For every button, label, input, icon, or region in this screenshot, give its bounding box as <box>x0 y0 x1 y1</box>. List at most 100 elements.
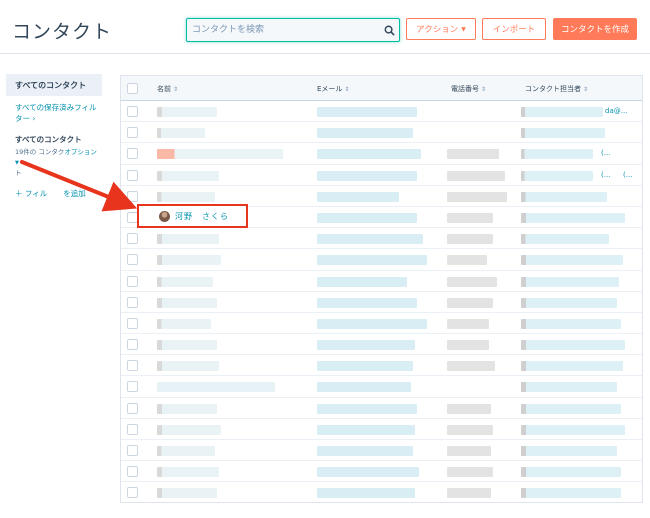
blurred-name <box>157 170 219 181</box>
add-filter-link[interactable]: ＋ フィル を追加 <box>6 178 102 199</box>
options-link[interactable]: オプション <box>64 148 97 156</box>
blurred-email <box>317 424 415 435</box>
blurred-email <box>317 276 407 287</box>
table-row[interactable] <box>121 122 642 144</box>
blurred-owner <box>521 212 625 223</box>
table-row[interactable] <box>121 376 642 398</box>
blurred-email <box>317 149 421 160</box>
table-row[interactable] <box>121 355 642 377</box>
row-checkbox[interactable] <box>127 360 138 372</box>
row-checkbox[interactable] <box>127 106 138 117</box>
row-checkbox[interactable] <box>127 381 138 393</box>
blurred-email <box>317 340 415 351</box>
row-checkbox[interactable] <box>127 127 138 139</box>
blurred-phone <box>447 446 491 456</box>
column-header-owner[interactable]: コンタクト担当者 ⇕ <box>525 84 588 94</box>
table-row[interactable] <box>121 292 642 313</box>
select-all-checkbox[interactable] <box>127 83 138 94</box>
row-checkbox[interactable] <box>127 445 138 456</box>
blurred-owner <box>521 403 621 414</box>
blurred-owner <box>521 382 617 393</box>
contact-count-tail: ト <box>15 169 22 177</box>
owner-snippet: da@... <box>605 107 628 115</box>
blurred-owner <box>521 191 607 202</box>
row-checkbox[interactable] <box>127 233 138 245</box>
add-filter-label-tail: を追加 <box>63 189 86 198</box>
actions-button[interactable]: アクション ▼ <box>406 18 476 40</box>
table-row[interactable] <box>121 228 642 250</box>
row-checkbox[interactable] <box>127 190 138 202</box>
blurred-phone <box>447 149 499 160</box>
blurred-email <box>317 488 415 499</box>
table-row[interactable] <box>121 313 642 335</box>
table-row[interactable] <box>121 440 642 462</box>
blurred-email <box>317 128 413 139</box>
blurred-owner <box>521 255 623 266</box>
blurred-owner <box>521 340 625 351</box>
row-checkbox[interactable] <box>127 466 138 478</box>
column-header-name[interactable]: 名前 ⇕ <box>157 84 178 94</box>
blurred-owner <box>521 297 617 308</box>
blurred-email <box>317 297 417 308</box>
blurred-name <box>157 297 217 308</box>
row-checkbox[interactable] <box>127 402 138 414</box>
row-checkbox[interactable] <box>127 254 138 266</box>
sort-icon: ⇕ <box>173 86 179 93</box>
row-checkbox[interactable] <box>127 487 138 499</box>
blurred-email <box>317 467 419 478</box>
import-button[interactable]: インポート <box>482 18 546 40</box>
blurred-name <box>157 424 221 435</box>
blurred-name <box>157 255 221 266</box>
blurred-name <box>157 488 217 499</box>
blurred-email <box>317 446 413 456</box>
table-row[interactable] <box>121 334 642 356</box>
table-row[interactable] <box>121 482 642 502</box>
search-box[interactable] <box>186 18 400 42</box>
create-contact-button[interactable]: コンタクトを作成 <box>553 18 637 40</box>
blurred-owner <box>521 361 623 372</box>
blurred-phone <box>447 255 487 266</box>
column-header-email[interactable]: Eメール ⇕ <box>317 84 349 94</box>
table-row[interactable]: da@... <box>121 101 642 123</box>
blurred-name <box>157 340 217 351</box>
column-header-phone[interactable]: 電話番号 ⇕ <box>451 84 486 94</box>
column-header-owner-label: コンタクト担当者 <box>525 85 581 93</box>
blurred-owner <box>521 128 605 139</box>
blurred-phone <box>447 191 507 202</box>
column-header-name-label: 名前 <box>157 85 171 93</box>
table-row[interactable]: (... <box>121 165 642 186</box>
row-checkbox[interactable] <box>127 275 138 287</box>
row-checkbox[interactable] <box>127 423 138 435</box>
row-checkbox[interactable] <box>127 169 138 181</box>
table-row[interactable] <box>121 398 642 419</box>
blurred-owner <box>521 318 621 329</box>
table-row[interactable] <box>121 249 642 271</box>
contact-name-link[interactable]: 河野 さくら <box>175 211 229 222</box>
search-input[interactable] <box>187 19 379 41</box>
blurred-phone <box>447 361 495 372</box>
row-checkbox[interactable] <box>127 296 138 308</box>
table-row[interactable] <box>121 419 642 440</box>
row-checkbox[interactable] <box>127 339 138 351</box>
table-row[interactable]: (... <box>121 143 642 165</box>
sort-icon: ⇕ <box>481 86 487 93</box>
blurred-phone <box>447 467 493 478</box>
sidebar: すべてのコンタクト すべての保存済みフィルター › すべてのコンタクト 19件の… <box>6 74 102 199</box>
column-header-phone-label: 電話番号 <box>451 85 479 93</box>
table-row[interactable] <box>121 461 642 483</box>
caret-down-icon: ▼ <box>461 25 466 33</box>
table-row[interactable] <box>121 271 642 292</box>
actions-button-label: アクション <box>416 25 459 35</box>
sort-icon: ⇕ <box>583 86 589 93</box>
blurred-owner <box>521 149 593 160</box>
highlighted-contact[interactable]: 河野 さくら <box>137 204 248 228</box>
blurred-email <box>317 234 423 245</box>
blurred-name <box>157 128 205 139</box>
owner-snippet: (... <box>623 171 633 179</box>
row-checkbox[interactable] <box>127 317 138 329</box>
row-checkbox[interactable] <box>127 148 138 160</box>
blurred-owner <box>521 276 619 287</box>
sidebar-item-all-contacts[interactable]: すべてのコンタクト <box>6 74 102 96</box>
search-icon[interactable] <box>379 20 399 40</box>
saved-filters-link[interactable]: すべての保存済みフィルター › <box>6 96 102 124</box>
